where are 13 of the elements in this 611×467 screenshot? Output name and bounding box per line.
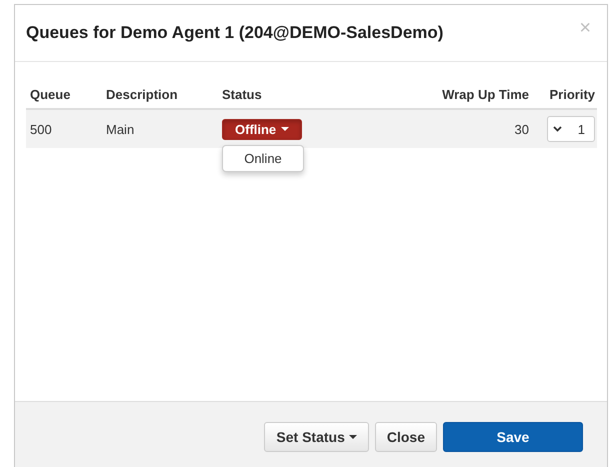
caret-icon [348,435,357,439]
chevron-down-icon [553,126,562,132]
button[interactable]: Save [443,422,583,452]
caret-icon [281,127,290,131]
priority-select[interactable]: 1 [547,116,595,142]
dropdown-button[interactable]: Set Status [264,422,369,452]
table-cell: Main [106,122,134,136]
table-cell: 500 [30,122,52,136]
table-cell: 30 [514,122,529,136]
menu-item[interactable]: Online [223,148,303,168]
button[interactable]: Close [374,422,437,452]
dialog-title: Queues for Demo Agent 1 (204@DEMO-SalesDemo) [26,23,444,43]
status-dropdown[interactable]: Offline [222,118,302,140]
